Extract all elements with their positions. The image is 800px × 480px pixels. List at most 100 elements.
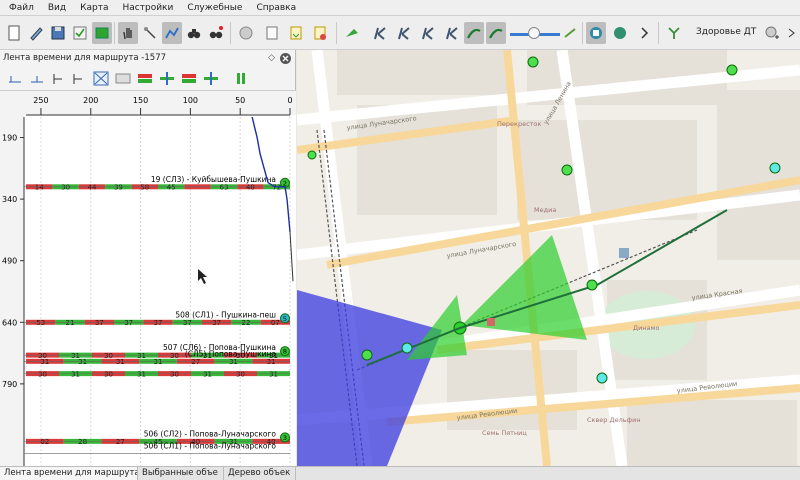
band-split-icon	[160, 72, 174, 85]
band-value: 37	[95, 319, 104, 327]
chevron-right-icon	[641, 27, 649, 39]
pause-button[interactable]	[232, 70, 250, 87]
tab-selected-objects[interactable]: Выбранные объе	[138, 467, 224, 480]
menu-help[interactable]: Справка	[249, 0, 303, 16]
band-value: 28	[78, 438, 87, 446]
scale-down-button[interactable]	[70, 70, 88, 87]
band-button-4[interactable]	[202, 70, 220, 87]
x-tick-label: 150	[133, 96, 148, 105]
route-tool-5[interactable]	[464, 22, 484, 44]
band-button-2[interactable]	[158, 70, 176, 87]
doc-button[interactable]	[262, 22, 282, 44]
menu-view[interactable]: Вид	[41, 0, 73, 16]
health-label: Здоровье ДТ	[696, 27, 757, 37]
vehicle-icon	[590, 27, 602, 39]
y-tick-label: 490	[2, 257, 17, 266]
band-value: 37	[154, 319, 163, 327]
band-value: 63	[220, 184, 229, 192]
zoom-x-icon	[31, 76, 43, 83]
export-button[interactable]	[286, 22, 306, 44]
vehicle-alt-button[interactable]	[610, 22, 630, 44]
stop-label: (СЛ5) Попова-Пушкина	[185, 349, 276, 358]
route-tool-7[interactable]	[560, 22, 580, 44]
band-value: 44	[88, 184, 97, 192]
map-view[interactable]: улица Луначарского улица Луначарского ул…	[297, 50, 800, 466]
band-value: 58	[140, 184, 149, 192]
globe-button[interactable]	[236, 22, 256, 44]
tab-object-tree[interactable]: Дерево объек	[224, 467, 296, 480]
check-button[interactable]	[70, 22, 90, 44]
route-tool-4[interactable]	[442, 22, 462, 44]
x-tick-label: 200	[83, 96, 98, 105]
zoom-slider-handle[interactable]	[528, 27, 540, 39]
route-tool-1[interactable]	[370, 22, 390, 44]
fit-button[interactable]	[92, 70, 110, 87]
stop-label: 506 (СЛ2) - Попова-Луначарского	[144, 429, 277, 438]
route-tool-2[interactable]	[394, 22, 414, 44]
menubar: Файл Вид Карта Настройки Служебные Справ…	[0, 0, 800, 16]
save-icon	[51, 26, 65, 40]
route-button[interactable]	[162, 22, 182, 44]
hand-button[interactable]	[118, 22, 138, 44]
timeline-chart[interactable]: 250 200 150 100 50 0 190 340 490 640 790 14 30 44 39…	[0, 91, 296, 466]
vehicle-button[interactable]	[586, 22, 606, 44]
globe-icon	[239, 26, 253, 40]
band-value: 31	[40, 358, 49, 366]
x-tick-label: 250	[33, 96, 48, 105]
route-k-icon	[422, 27, 434, 40]
route-tool-6[interactable]	[486, 22, 506, 44]
vehicle-alt-icon	[614, 27, 626, 39]
x-tick-label: 0	[287, 96, 292, 105]
binoculars-button[interactable]	[184, 22, 204, 44]
close-icon[interactable]	[280, 53, 291, 64]
band-value: 30	[170, 352, 179, 360]
route-tool-3[interactable]	[418, 22, 438, 44]
menu-file[interactable]: Файл	[2, 0, 41, 16]
stop-label: 508 (СЛ1) - Пушкина-пеш	[175, 310, 276, 319]
zoom-x-in-button[interactable]	[6, 70, 24, 87]
bottom-tabs: Лента времени для маршрута -1 Выбранные …	[0, 466, 800, 480]
width-button[interactable]	[114, 70, 132, 87]
chevron-button[interactable]	[782, 22, 800, 44]
band-value: 14	[35, 184, 44, 192]
chevron-right-icon	[788, 28, 795, 38]
menu-map[interactable]: Карта	[73, 0, 115, 16]
zoom-x-out-button[interactable]	[28, 70, 46, 87]
poi-label: Динамо	[633, 324, 659, 332]
band-value: 30	[38, 370, 47, 378]
menu-service[interactable]: Служебные	[180, 0, 249, 16]
scale-up-button[interactable]	[50, 70, 68, 87]
pencil-icon	[30, 27, 43, 41]
binoculars-icon	[187, 29, 201, 39]
hand-icon	[123, 28, 132, 40]
report-icon	[314, 26, 326, 40]
filter-icon	[668, 27, 680, 39]
tab-timeline[interactable]: Лента времени для маршрута -1	[0, 467, 138, 480]
x-tick-label: 100	[183, 96, 198, 105]
band-value: 37	[124, 319, 133, 327]
pick-button[interactable]	[140, 22, 160, 44]
pin-icon[interactable]: ◇	[268, 53, 275, 63]
panel-title: Лента времени для маршрута -1577	[3, 53, 167, 63]
add-point-button[interactable]	[762, 22, 782, 44]
layer-button[interactable]	[92, 22, 112, 44]
band-value: 21	[66, 319, 75, 327]
more-button[interactable]	[634, 22, 654, 44]
band-button-3[interactable]	[180, 70, 198, 87]
binoculars-alt-button[interactable]	[206, 22, 226, 44]
band-value: 31	[269, 370, 278, 378]
menu-settings[interactable]: Настройки	[116, 0, 181, 16]
zoom-x-icon	[9, 76, 21, 83]
layer-icon	[95, 27, 109, 39]
band-value: 53	[36, 319, 45, 327]
band-button-1[interactable]	[136, 70, 154, 87]
band-value: 27	[116, 438, 125, 446]
band-value: 31	[137, 352, 146, 360]
filter-button[interactable]	[664, 22, 684, 44]
arrow-green-button[interactable]	[342, 22, 362, 44]
new-file-button[interactable]	[4, 22, 24, 44]
report-button[interactable]	[310, 22, 330, 44]
save-button[interactable]	[48, 22, 68, 44]
edit-button[interactable]	[26, 22, 46, 44]
route-curve-icon	[489, 28, 503, 39]
